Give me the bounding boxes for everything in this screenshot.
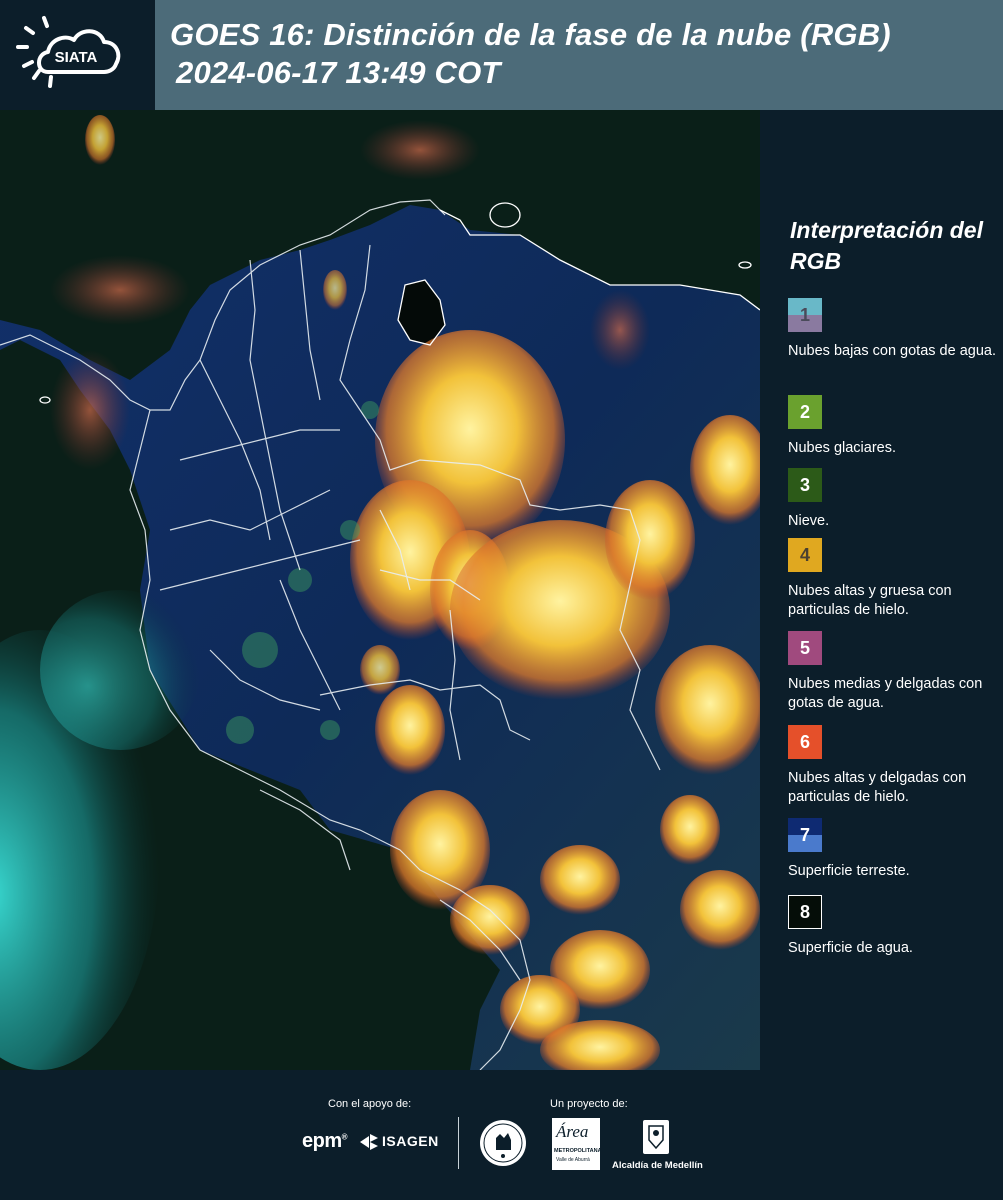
footer: Con el apoyo de: Un proyecto de: epm® IS… bbox=[0, 1070, 1003, 1200]
epm-logo: epm® bbox=[302, 1130, 348, 1152]
legend-label-5: Nubes medias y delgadas con gotas de agu… bbox=[788, 676, 983, 711]
alcaldia-label: Alcaldía de Medellín bbox=[612, 1160, 703, 1171]
map-title: GOES 16: Distinción de la fase de la nub… bbox=[170, 17, 891, 52]
legend-label-4: Nubes altas y gruesa con particulas de h… bbox=[788, 583, 952, 618]
legend-title: Interpretación del RGB bbox=[790, 217, 983, 274]
satellite-image bbox=[0, 110, 760, 1070]
map-timestamp: 2024-06-17 13:49 COT bbox=[176, 55, 501, 90]
legend-label-2: Nubes glaciares. bbox=[788, 440, 896, 456]
project-caption: Un proyecto de: bbox=[550, 1098, 628, 1110]
legend-label-6: Nubes altas y delgadas con particulas de… bbox=[788, 770, 967, 805]
isagen-mark-icon bbox=[360, 1134, 378, 1150]
alcaldia-shield-icon bbox=[643, 1120, 669, 1154]
legend-swatch-3: 3 bbox=[788, 468, 822, 502]
support-caption: Con el apoyo de: bbox=[328, 1098, 412, 1110]
area-metropolitana-logo: Área METROPOLITANA Valle de Aburrá bbox=[552, 1118, 602, 1170]
seal-logo bbox=[480, 1120, 526, 1166]
legend-swatch-8: 8 bbox=[788, 895, 822, 929]
svg-text:SIATA: SIATA bbox=[55, 49, 98, 66]
legend-label-8: Superficie de agua. bbox=[788, 940, 913, 956]
footer-divider bbox=[458, 1117, 459, 1169]
legend-swatch-6: 6 bbox=[788, 725, 822, 759]
header: SIATA GOES 16: Distinción de la fase de … bbox=[0, 0, 1003, 110]
legend-swatch-5: 5 bbox=[788, 631, 822, 665]
legend-swatch-7: 7 bbox=[788, 818, 822, 852]
siata-logo: SIATA bbox=[0, 0, 155, 110]
legend-label-7: Superficie terreste. bbox=[788, 863, 910, 879]
legend-swatch-4: 4 bbox=[788, 538, 822, 572]
legend-panel: Interpretación del RGB 1 Nubes bajas con… bbox=[760, 110, 1003, 1070]
legend-swatch-1: 1 bbox=[788, 298, 822, 332]
legend-swatch-2: 2 bbox=[788, 395, 822, 429]
sun-cloud-icon: SIATA bbox=[16, 16, 121, 88]
satellite-map bbox=[0, 110, 760, 1070]
legend-label-1: Nubes bajas con gotas de agua. bbox=[788, 343, 996, 359]
legend-label-3: Nieve. bbox=[788, 513, 830, 529]
